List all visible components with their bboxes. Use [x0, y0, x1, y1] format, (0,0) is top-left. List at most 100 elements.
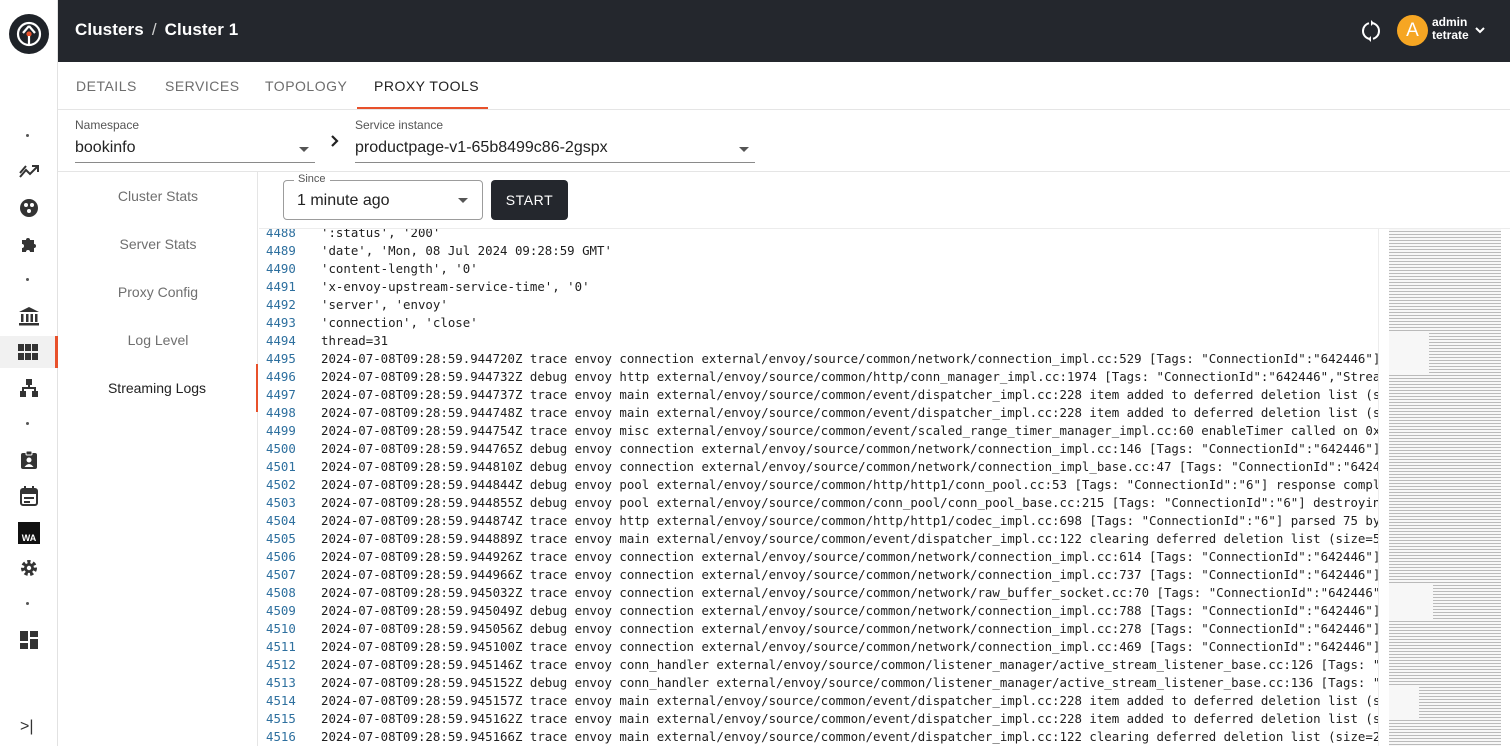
service-instance-value: productpage-v1-65b8499c86-2gspx — [355, 139, 608, 156]
subnav-streaming-logs[interactable]: Streaming Logs — [58, 364, 258, 412]
log-line-number: 4507 — [266, 567, 296, 582]
chevron-right-icon — [329, 132, 341, 153]
subnav-log-level[interactable]: Log Level — [58, 316, 258, 364]
log-line: 4498 2024-07-08T09:28:59.944748Z trace en… — [259, 404, 1410, 422]
log-line-text: 2024-07-08T09:28:59.944732Z debug envoy … — [321, 369, 1411, 384]
calendar-icon[interactable] — [0, 480, 58, 512]
settings-icon[interactable] — [0, 552, 58, 584]
log-line-text: 2024-07-08T09:28:59.945162Z trace envoy … — [321, 711, 1411, 726]
log-line-text: 2024-07-08T09:28:59.945166Z trace envoy … — [321, 729, 1403, 744]
log-line-text: 2024-07-08T09:28:59.944966Z trace envoy … — [321, 567, 1411, 582]
analytics-icon[interactable] — [0, 156, 58, 188]
clusters-icon[interactable] — [0, 336, 58, 368]
workspaces-icon[interactable] — [0, 192, 58, 224]
log-line: 4504 2024-07-08T09:28:59.944874Z trace en… — [259, 512, 1403, 530]
since-select[interactable]: Since 1 minute ago — [283, 173, 483, 220]
dashboard-icon[interactable] — [0, 624, 58, 656]
minimap-slider[interactable] — [1389, 229, 1501, 746]
log-line: 4511 2024-07-08T09:28:59.945100Z trace en… — [259, 638, 1410, 656]
log-line-number: 4488 — [266, 228, 296, 240]
log-line-number: 4501 — [266, 459, 296, 474]
log-line: 4512 2024-07-08T09:28:59.945146Z trace en… — [259, 656, 1418, 674]
log-line-text: ':status', '200' — [321, 228, 441, 240]
extensions-icon[interactable] — [0, 228, 58, 260]
chevron-down-icon[interactable] — [1474, 22, 1486, 40]
log-line-text: 2024-07-08T09:28:59.945146Z trace envoy … — [321, 657, 1418, 672]
log-line: 4515 2024-07-08T09:28:59.945162Z trace en… — [259, 710, 1410, 728]
log-line: 4508 2024-07-08T09:28:59.945032Z trace en… — [259, 584, 1418, 602]
tab-services[interactable]: SERVICES — [165, 62, 240, 109]
log-line-number: 4495 — [266, 351, 296, 366]
collapse-rail-button[interactable]: >| — [20, 718, 34, 736]
log-line: 4500 2024-07-08T09:28:59.944765Z debug en… — [259, 440, 1410, 458]
log-line-number: 4508 — [266, 585, 296, 600]
namespace-select[interactable]: bookinfo — [75, 135, 315, 163]
log-line-number: 4492 — [266, 297, 296, 312]
log-line-number: 4509 — [266, 603, 296, 618]
log-minimap[interactable] — [1378, 229, 1510, 746]
log-line-text: 2024-07-08T09:28:59.944765Z debug envoy … — [321, 441, 1411, 456]
bank-icon[interactable] — [0, 300, 58, 332]
log-line-text: 2024-07-08T09:28:59.944737Z trace envoy … — [321, 387, 1411, 402]
log-line: 4505 2024-07-08T09:28:59.944889Z trace en… — [259, 530, 1403, 548]
tab-bar: DETAILS SERVICES TOPOLOGY PROXY TOOLS — [58, 62, 1510, 110]
log-line: 4491 'x-envoy-upstream-service-time', '0' — [259, 278, 1379, 296]
log-line-number: 4489 — [266, 243, 296, 258]
log-line: 4502 2024-07-08T09:28:59.944844Z debug en… — [259, 476, 1403, 494]
log-line: 4513 2024-07-08T09:28:59.945152Z debug en… — [259, 674, 1418, 692]
tab-topology[interactable]: TOPOLOGY — [265, 62, 347, 109]
subnav-server-stats[interactable]: Server Stats — [58, 220, 258, 268]
log-line-text: 2024-07-08T09:28:59.944889Z trace envoy … — [321, 531, 1403, 546]
tab-details[interactable]: DETAILS — [76, 62, 137, 109]
log-line: 4501 2024-07-08T09:28:59.944810Z debug en… — [259, 458, 1410, 476]
log-line: 4492 'server', 'envoy' — [259, 296, 1379, 314]
start-button[interactable]: START — [491, 180, 568, 220]
log-line: 4514 2024-07-08T09:28:59.945157Z trace en… — [259, 692, 1410, 710]
log-line-number: 4513 — [266, 675, 296, 690]
since-value: 1 minute ago — [297, 192, 390, 209]
rail-separator — [26, 278, 29, 281]
log-line-text: 'x-envoy-upstream-service-time', '0' — [321, 279, 590, 294]
caret-down-icon — [739, 147, 749, 152]
log-line-number: 4505 — [266, 531, 296, 546]
user-menu[interactable]: admin tetrate — [1432, 16, 1469, 42]
refresh-icon[interactable] — [1358, 18, 1384, 44]
log-line-number: 4500 — [266, 441, 296, 456]
log-line-text: 2024-07-08T09:28:59.944855Z debug envoy … — [321, 495, 1418, 510]
log-line-text: 'content-length', '0' — [321, 261, 478, 276]
section-divider — [58, 171, 1510, 172]
log-line: 4497 2024-07-08T09:28:59.944737Z trace en… — [259, 386, 1410, 404]
log-line: 4506 2024-07-08T09:28:59.944926Z trace en… — [259, 548, 1410, 566]
log-line-text: 'connection', 'close' — [321, 315, 478, 330]
app-rail: WA >| — [0, 0, 58, 746]
log-line-text: 2024-07-08T09:28:59.944720Z trace envoy … — [321, 351, 1411, 366]
log-line-text: 'date', 'Mon, 08 Jul 2024 09:28:59 GMT' — [321, 243, 612, 258]
breadcrumb: Clusters / Cluster 1 — [75, 20, 238, 40]
log-line-number: 4510 — [266, 621, 296, 636]
log-line-text: 2024-07-08T09:28:59.945100Z trace envoy … — [321, 639, 1411, 654]
badge-icon[interactable] — [0, 444, 58, 476]
rail-separator — [26, 422, 29, 425]
log-line-text: 2024-07-08T09:28:59.945032Z trace envoy … — [321, 585, 1418, 600]
log-line-number: 4503 — [266, 495, 296, 510]
topology-icon[interactable] — [0, 372, 58, 404]
log-line-number: 4512 — [266, 657, 296, 672]
log-line: 4489 'date', 'Mon, 08 Jul 2024 09:28:59 G… — [259, 242, 1379, 260]
log-viewer[interactable]: 4488 ':status', '200' 4489 'date', 'Mon, 08… — [259, 228, 1510, 746]
log-line: 4495 2024-07-08T09:28:59.944720Z trace en… — [259, 350, 1410, 368]
log-line-text: 2024-07-08T09:28:59.945049Z debug envoy … — [321, 603, 1411, 618]
log-line: 4516 2024-07-08T09:28:59.945166Z trace en… — [259, 728, 1403, 746]
log-line-text: 2024-07-08T09:28:59.945157Z trace envoy … — [321, 693, 1411, 708]
since-label: Since — [294, 173, 330, 185]
avatar[interactable]: A — [1397, 15, 1428, 46]
log-line-text: 2024-07-08T09:28:59.944926Z trace envoy … — [321, 549, 1411, 564]
breadcrumb-clusters[interactable]: Clusters — [75, 20, 144, 39]
logo-icon[interactable] — [9, 14, 49, 54]
log-line: 4503 2024-07-08T09:28:59.944855Z debug en… — [259, 494, 1418, 512]
subnav-proxy-config[interactable]: Proxy Config — [58, 268, 258, 316]
wa-icon[interactable]: WA — [0, 517, 58, 549]
subnav-cluster-stats[interactable]: Cluster Stats — [58, 172, 258, 220]
service-instance-select[interactable]: productpage-v1-65b8499c86-2gspx — [355, 135, 755, 163]
tab-proxy-tools[interactable]: PROXY TOOLS — [357, 62, 488, 109]
log-line-text: thread=31 — [321, 333, 389, 348]
